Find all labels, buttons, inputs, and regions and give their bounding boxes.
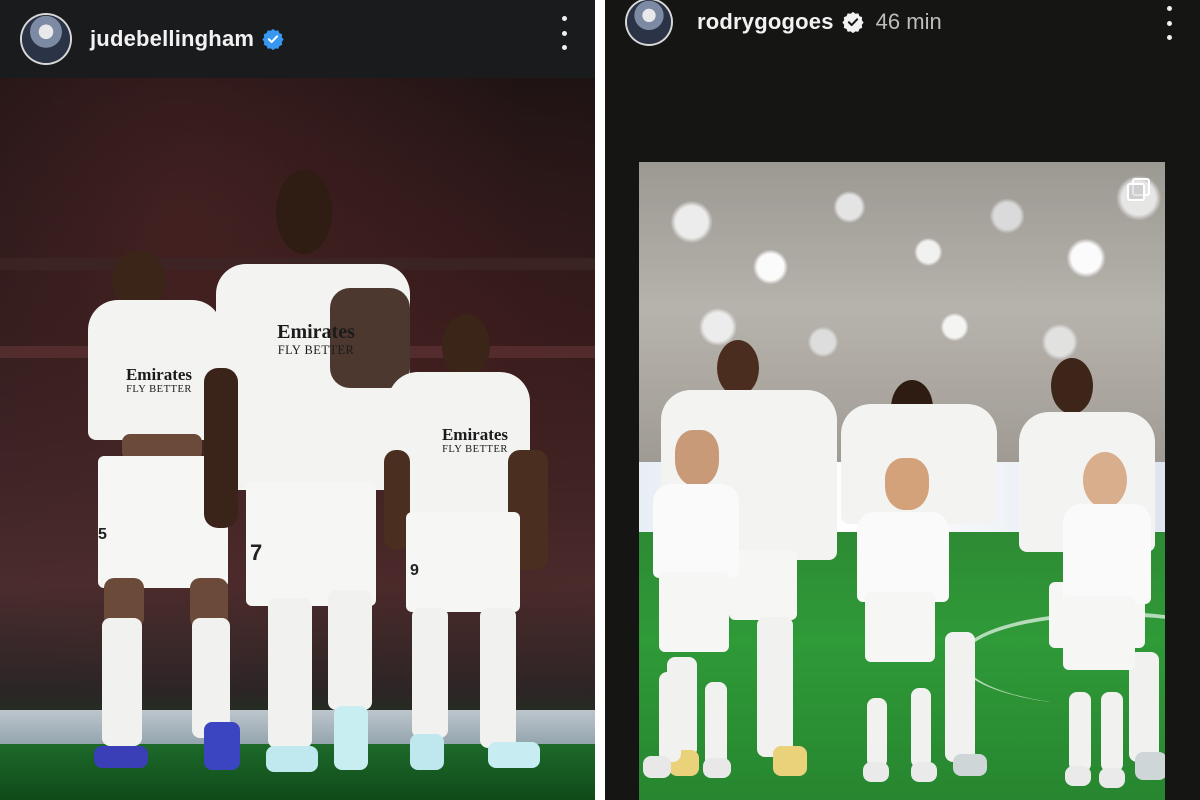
avatar[interactable] bbox=[22, 15, 70, 63]
username[interactable]: judebellingham bbox=[90, 26, 254, 52]
shorts-number: 9 bbox=[410, 562, 419, 579]
verified-badge-icon bbox=[842, 11, 864, 33]
multiple-images-icon bbox=[1127, 178, 1150, 201]
sponsor-subtext: FLY BETTER bbox=[277, 343, 355, 357]
username[interactable]: rodrygogoes bbox=[697, 9, 834, 35]
sponsor-subtext: FLY BETTER bbox=[126, 384, 192, 395]
story-panel-left: judebellingham Emirates FLY BETTER 5 Emi… bbox=[0, 0, 595, 800]
shorts-number: 5 bbox=[98, 526, 107, 543]
verified-badge-icon bbox=[262, 28, 284, 50]
story-header: rodrygogoes 46 min bbox=[605, 0, 1200, 44]
sponsor-text: Emirates bbox=[441, 425, 509, 444]
story-panel-right: rodrygogoes 46 min ora bbox=[605, 0, 1200, 800]
more-options-icon[interactable] bbox=[559, 16, 569, 50]
shorts-number: 7 bbox=[250, 540, 263, 565]
story-header: judebellingham bbox=[0, 0, 595, 78]
sponsor-text: Emirates bbox=[277, 321, 355, 343]
story-photo: Emirates FLY BETTER 5 Emirates FLY BETTE… bbox=[0, 78, 595, 800]
story-photo[interactable]: ora bbox=[639, 162, 1165, 800]
sponsor-text: Emirates bbox=[125, 365, 193, 384]
avatar[interactable] bbox=[627, 0, 671, 44]
post-time: 46 min bbox=[875, 9, 942, 34]
sponsor-subtext: FLY BETTER bbox=[442, 444, 508, 455]
more-options-icon[interactable] bbox=[1164, 6, 1174, 40]
divider bbox=[595, 0, 605, 800]
